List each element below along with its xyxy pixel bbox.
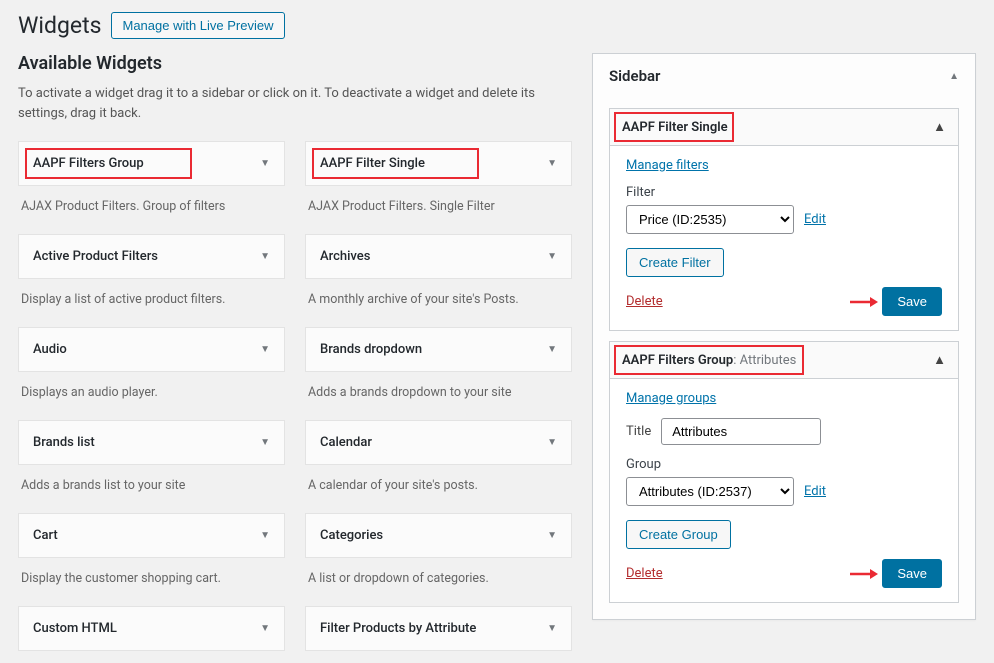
chevron-down-icon: ▼ xyxy=(547,158,557,169)
available-widget-item[interactable]: Brands dropdown ▼ xyxy=(305,327,572,372)
edit-link[interactable]: Edit xyxy=(804,212,826,227)
widget-name: Cart xyxy=(33,528,58,543)
manage-link[interactable]: Manage groups xyxy=(626,391,716,406)
collapse-icon: ▲ xyxy=(949,71,959,82)
widget-description: Adds a brands list to your site xyxy=(18,465,285,509)
arrow-right-icon xyxy=(848,566,878,581)
widget-description: Adds a brands dropdown to your site xyxy=(305,372,572,416)
widget-name: Filter Products by Attribute xyxy=(320,621,476,636)
widget-description: A calendar of your site's posts. xyxy=(305,465,572,509)
delete-link[interactable]: Delete xyxy=(626,294,663,309)
available-widget-item[interactable]: Archives ▼ xyxy=(305,234,572,279)
chevron-down-icon: ▼ xyxy=(260,437,270,448)
widget-name: AAPF Filter Single xyxy=(320,156,425,171)
widget-panel-header[interactable]: AAPF Filters Group: Attributes▲ xyxy=(610,342,958,379)
arrow-right-icon xyxy=(848,294,878,309)
field-label: Title xyxy=(626,424,651,439)
chevron-down-icon: ▼ xyxy=(260,251,270,262)
widget-name: AAPF Filters Group xyxy=(33,156,144,171)
available-widget-item[interactable]: Active Product Filters ▼ xyxy=(18,234,285,279)
widget-name: Brands list xyxy=(33,435,95,450)
available-widget-item[interactable]: Custom HTML ▼ xyxy=(18,606,285,651)
available-widgets-heading: Available Widgets xyxy=(18,53,572,74)
create-group-button[interactable]: Create Group xyxy=(626,520,731,549)
widget-name: Brands dropdown xyxy=(320,342,422,357)
available-widget-item[interactable]: Calendar ▼ xyxy=(305,420,572,465)
widget-name: Custom HTML xyxy=(33,621,117,636)
widget-name: Archives xyxy=(320,249,370,264)
chevron-down-icon: ▼ xyxy=(547,623,557,634)
live-preview-button[interactable]: Manage with Live Preview xyxy=(111,12,284,39)
page-title: Widgets xyxy=(18,12,101,39)
available-widget-item[interactable]: Categories ▼ xyxy=(305,513,572,558)
save-button[interactable]: Save xyxy=(882,287,942,316)
widget-name: Categories xyxy=(320,528,383,543)
widget-panel-header[interactable]: AAPF Filter Single▲ xyxy=(610,109,958,146)
highlight-box xyxy=(614,345,804,375)
save-button[interactable]: Save xyxy=(882,559,942,588)
manage-link[interactable]: Manage filters xyxy=(626,158,709,173)
filter-select[interactable]: Price (ID:2535) xyxy=(626,205,794,234)
available-widget-item[interactable]: Audio ▼ xyxy=(18,327,285,372)
chevron-down-icon: ▼ xyxy=(260,530,270,541)
field-label: Filter xyxy=(626,185,942,200)
chevron-down-icon: ▼ xyxy=(260,344,270,355)
chevron-down-icon: ▼ xyxy=(547,437,557,448)
chevron-down-icon: ▼ xyxy=(260,623,270,634)
available-widget-item[interactable]: Filter Products by Attribute ▼ xyxy=(305,606,572,651)
collapse-icon: ▲ xyxy=(933,352,946,368)
group-select[interactable]: Attributes (ID:2537) xyxy=(626,477,794,506)
chevron-down-icon: ▼ xyxy=(547,344,557,355)
sidebar-widget-panel: AAPF Filter Single▲ Manage filters Filter P… xyxy=(609,108,959,331)
available-widget-item[interactable]: AAPF Filters Group ▼ xyxy=(18,141,285,186)
widget-description: AJAX Product Filters. Single Filter xyxy=(305,186,572,230)
sidebar-header[interactable]: Sidebar ▲ xyxy=(593,54,975,98)
collapse-icon: ▲ xyxy=(933,119,946,135)
widget-description: A monthly archive of your site's Posts. xyxy=(305,279,572,323)
widget-name: Calendar xyxy=(320,435,372,450)
title-input[interactable] xyxy=(661,418,821,445)
widget-description: Display the customer shopping cart. xyxy=(18,558,285,602)
available-widget-item[interactable]: AAPF Filter Single ▼ xyxy=(305,141,572,186)
available-widget-item[interactable]: Cart ▼ xyxy=(18,513,285,558)
create-filter-button[interactable]: Create Filter xyxy=(626,248,724,277)
sidebar-widget-panel: AAPF Filters Group: Attributes▲ Manage gr… xyxy=(609,341,959,603)
chevron-down-icon: ▼ xyxy=(547,530,557,541)
delete-link[interactable]: Delete xyxy=(626,566,663,581)
available-widgets-subtitle: To activate a widget drag it to a sideba… xyxy=(18,84,572,123)
sidebar-title: Sidebar xyxy=(609,67,660,85)
widget-description: AJAX Product Filters. Group of filters xyxy=(18,186,285,230)
widget-name: Active Product Filters xyxy=(33,249,158,264)
highlight-box xyxy=(614,112,734,142)
widget-description: Displays an audio player. xyxy=(18,372,285,416)
field-label: Group xyxy=(626,457,942,472)
widget-description: A list or dropdown of categories. xyxy=(305,558,572,602)
widget-name: Audio xyxy=(33,342,67,357)
chevron-down-icon: ▼ xyxy=(547,251,557,262)
edit-link[interactable]: Edit xyxy=(804,484,826,499)
available-widget-item[interactable]: Brands list ▼ xyxy=(18,420,285,465)
widget-description: Display a list of active product filters… xyxy=(18,279,285,323)
chevron-down-icon: ▼ xyxy=(260,158,270,169)
